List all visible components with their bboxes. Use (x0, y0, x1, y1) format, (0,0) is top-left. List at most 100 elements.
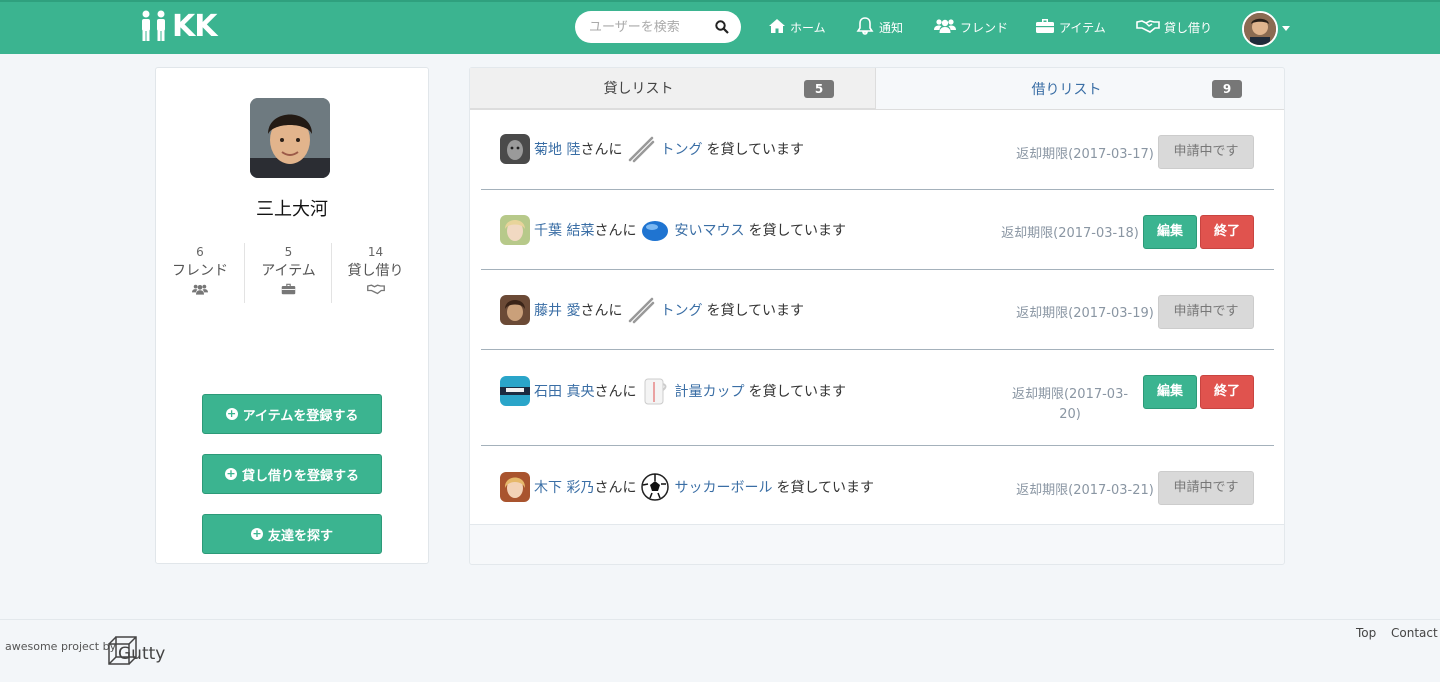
profile-photo (250, 98, 330, 178)
chevron-down-icon[interactable] (1282, 26, 1290, 31)
plus-circle-icon: + (224, 467, 237, 480)
list-item: 千葉 結菜 さんに 安いマウス を貸しています 返却期限(2017-03-18)… (481, 190, 1274, 270)
users-icon (934, 18, 956, 37)
due-date: 返却期限(2017-03-18) (1001, 226, 1139, 241)
nav-lending[interactable]: 貸し借り (1136, 16, 1212, 38)
nav-friends-label: フレンド (960, 20, 1009, 35)
user-link[interactable]: 千葉 結菜 (534, 220, 594, 240)
register-lending-label: 貸し借りを登録する (241, 468, 359, 484)
app-logo[interactable]: KK (140, 8, 217, 44)
footer: awesome project by Gutty Top Contact (0, 619, 1440, 682)
lending-panel: 貸しリスト 5 借りリスト 9 菊地 陸 さんに トング を貸しています 返却期… (469, 67, 1285, 565)
avatar[interactable] (500, 376, 530, 406)
lend-entry-text: 菊地 陸 さんに トング を貸しています (500, 134, 804, 164)
handshake-icon (366, 284, 385, 295)
register-item-button[interactable]: + アイテムを登録する (202, 394, 382, 434)
item-link[interactable]: サッカーボール (674, 477, 772, 497)
tab-lend-list[interactable]: 貸しリスト 5 (470, 68, 876, 109)
lend-count-badge: 5 (804, 80, 834, 98)
lend-entry-text: 藤井 愛 さんに トング を貸しています (500, 295, 804, 325)
nav-lending-label: 貸し借り (1164, 20, 1213, 35)
stat-friends[interactable]: 6 フレンド (156, 243, 244, 303)
user-link[interactable]: 木下 彩乃 (534, 477, 594, 497)
footer-credit: awesome project by (5, 640, 117, 653)
list-item: 石田 真央 さんに 計量カップ を貸しています 返却期限(2017-03-20)… (481, 350, 1274, 446)
users-icon (192, 284, 208, 295)
stat-items[interactable]: 5 アイテム (244, 243, 332, 303)
stat-friends-label: フレンド (172, 263, 228, 279)
due-date: 返却期限(2017-03-21) (1016, 483, 1154, 498)
recipient-suffix: さんに (594, 384, 637, 400)
edit-button[interactable]: 編集 (1143, 375, 1197, 409)
find-friends-label: 友達を探す (267, 528, 333, 544)
list-item: 木下 彩乃 さんに サッカーボール を貸しています 返却期限(2017-03-2… (481, 446, 1274, 526)
search-icon[interactable] (715, 19, 731, 35)
recipient-suffix: さんに (580, 142, 623, 158)
avatar[interactable] (500, 295, 530, 325)
find-friends-button[interactable]: + 友達を探す (202, 514, 382, 554)
profile-name: 三上大河 (256, 199, 328, 220)
avatar[interactable] (500, 134, 530, 164)
avatar[interactable] (500, 472, 530, 502)
stat-lending[interactable]: 14 貸し借り (331, 243, 419, 303)
nav-home-label: ホーム (790, 20, 826, 35)
finish-button[interactable]: 終了 (1200, 215, 1254, 249)
recipient-suffix: さんに (580, 303, 623, 319)
nav-notifications-label: 通知 (879, 20, 904, 35)
stat-items-count: 5 (284, 245, 293, 259)
briefcase-icon (1035, 18, 1055, 37)
nav-friends[interactable]: フレンド (934, 16, 1008, 38)
gutty-logo[interactable]: Gutty (108, 636, 165, 666)
due-date: 返却期限(2017-03-19) (1016, 306, 1154, 321)
user-avatar-menu[interactable] (1242, 11, 1278, 47)
plus-circle-icon: + (225, 407, 238, 420)
tab-borrow-list[interactable]: 借りリスト 9 (876, 68, 1285, 109)
gutty-brand-text: Gutty (118, 644, 166, 664)
footer-top-link[interactable]: Top (1356, 626, 1376, 640)
pending-button[interactable]: 申請中です (1158, 135, 1254, 169)
lend-entry-text: 石田 真央 さんに 計量カップ を貸しています (500, 376, 846, 406)
nav-items-label: アイテム (1059, 20, 1106, 35)
nav-notifications[interactable]: 通知 (855, 16, 903, 38)
list-item: 藤井 愛 さんに トング を貸しています 返却期限(2017-03-19) 申請… (481, 270, 1274, 350)
lending-action-text: を貸しています (706, 303, 805, 319)
edit-button[interactable]: 編集 (1143, 215, 1197, 249)
nav-home[interactable]: ホーム (768, 16, 826, 38)
pending-button[interactable]: 申請中です (1158, 471, 1254, 505)
user-link[interactable]: 藤井 愛 (534, 300, 580, 320)
lend-entry-text: 千葉 結菜 さんに 安いマウス を貸しています (500, 215, 846, 245)
user-link[interactable]: 菊地 陸 (534, 139, 580, 159)
list-item: 菊地 陸 さんに トング を貸しています 返却期限(2017-03-17) 申請… (481, 110, 1274, 190)
profile-card: 三上大河 6 フレンド 5 アイテム 14 貸し借り + アイテムを登録する +… (155, 67, 429, 564)
due-date: 返却期限(2017-03-20) (1011, 387, 1129, 422)
lending-action-text: を貸しています (748, 223, 847, 239)
stat-lending-count: 14 (367, 245, 384, 259)
lend-list: 菊地 陸 さんに トング を貸しています 返却期限(2017-03-17) 申請… (470, 109, 1284, 525)
nav-items[interactable]: アイテム (1035, 16, 1106, 38)
tab-lend-label: 貸しリスト (603, 81, 674, 97)
profile-stats: 6 フレンド 5 アイテム 14 貸し借り (156, 243, 428, 303)
user-search (575, 11, 741, 43)
lending-action-text: を貸しています (776, 480, 875, 496)
user-link[interactable]: 石田 真央 (534, 381, 594, 401)
search-input[interactable] (589, 19, 709, 35)
briefcase-icon (281, 283, 296, 295)
item-link[interactable]: 安いマウス (674, 220, 744, 240)
item-link[interactable]: トング (660, 139, 702, 159)
tongs-icon (626, 134, 656, 164)
plus-circle-icon: + (250, 527, 263, 540)
finish-button[interactable]: 終了 (1200, 375, 1254, 409)
borrow-count-badge: 9 (1212, 80, 1242, 98)
home-icon (768, 18, 786, 37)
avatar[interactable] (500, 215, 530, 245)
item-link[interactable]: トング (660, 300, 702, 320)
stat-friends-count: 6 (196, 245, 204, 259)
register-lending-button[interactable]: + 貸し借りを登録する (202, 454, 382, 494)
stat-lending-label: 貸し借り (347, 263, 404, 279)
footer-contact-link[interactable]: Contact (1391, 626, 1438, 640)
handshake-icon (1136, 18, 1160, 37)
pending-button[interactable]: 申請中です (1158, 295, 1254, 329)
bell-icon (855, 16, 875, 39)
measuring-cup-icon (640, 376, 670, 406)
item-link[interactable]: 計量カップ (674, 381, 744, 401)
